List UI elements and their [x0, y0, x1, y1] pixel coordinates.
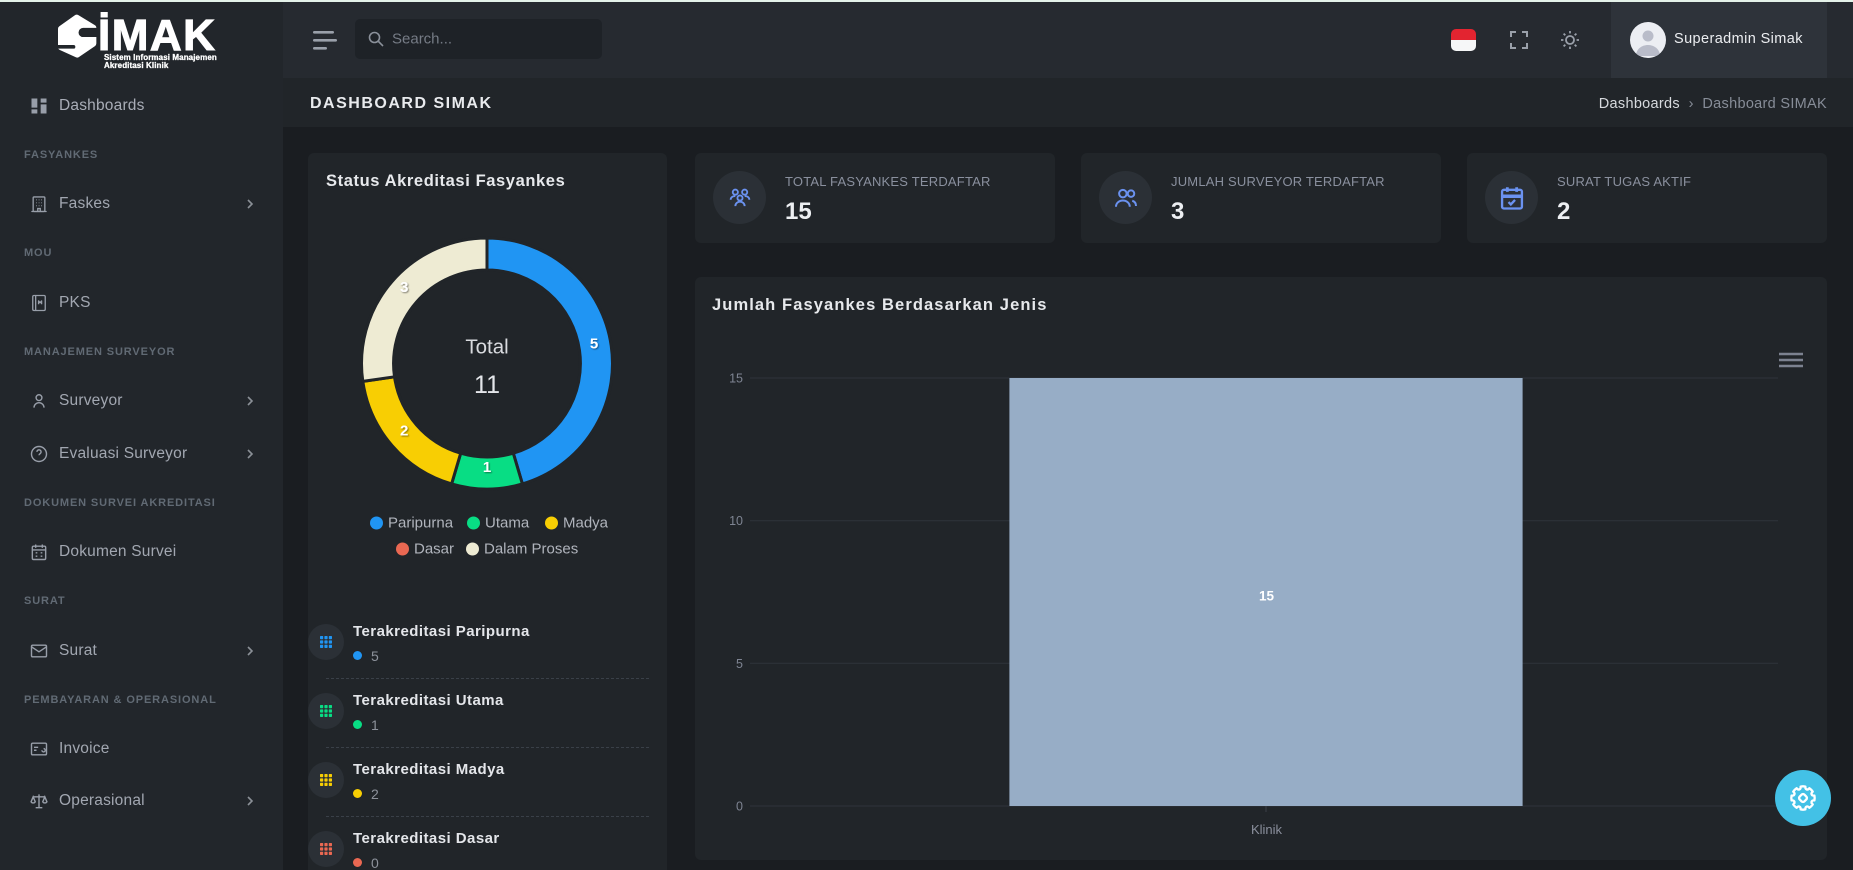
svg-text:5: 5 [736, 657, 743, 671]
svg-text:15: 15 [1259, 589, 1275, 604]
svg-text:2: 2 [400, 423, 408, 440]
svg-text:Klinik: Klinik [1251, 822, 1283, 837]
svg-text:5: 5 [590, 336, 598, 353]
svg-text:15: 15 [729, 372, 743, 386]
svg-text:1: 1 [483, 459, 491, 476]
svg-text:3: 3 [400, 279, 408, 296]
svg-text:Total: Total [465, 336, 508, 359]
svg-text:10: 10 [729, 514, 743, 528]
svg-text:0: 0 [736, 800, 743, 814]
svg-text:11: 11 [474, 371, 500, 399]
